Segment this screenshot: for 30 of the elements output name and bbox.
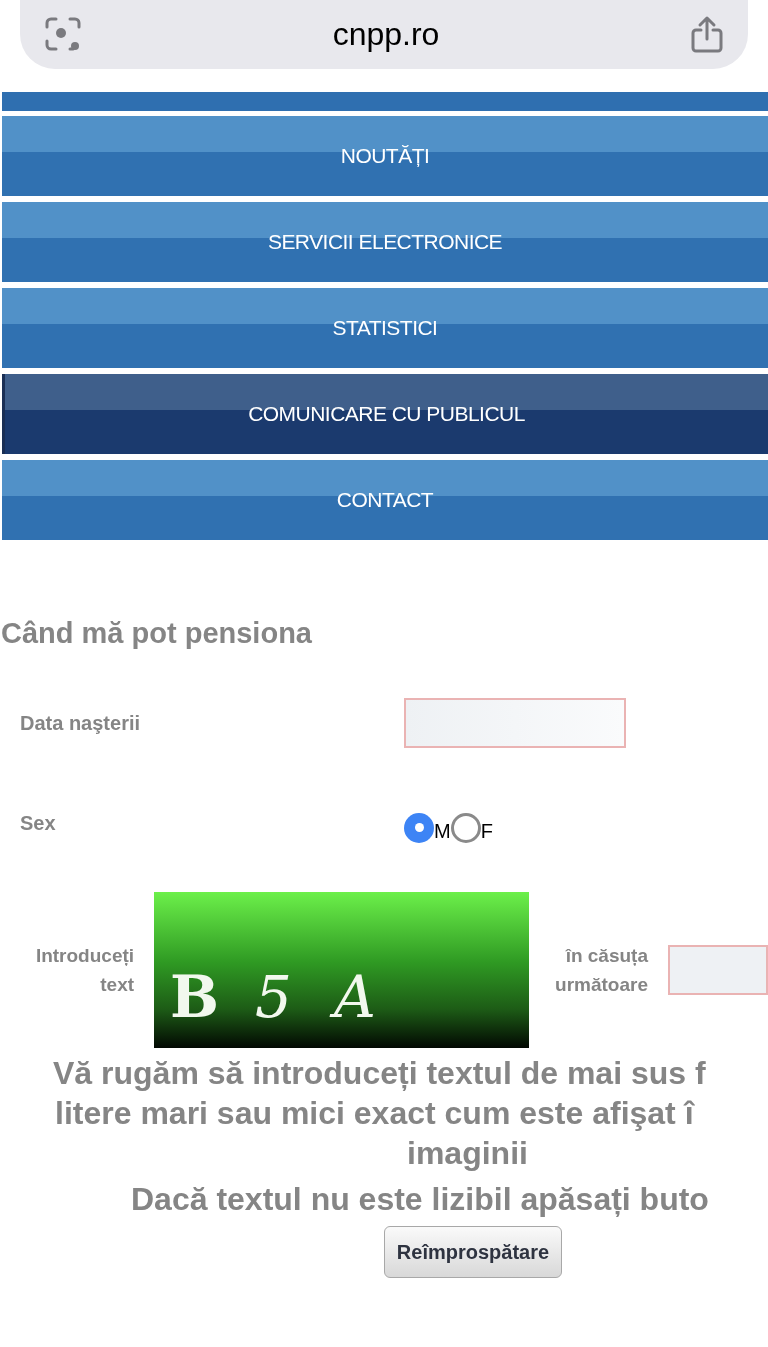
radio-button[interactable] — [404, 812, 434, 843]
captcha-field[interactable] — [668, 944, 768, 995]
field-label: Data naşterii — [20, 710, 142, 736]
nav-menu-item[interactable]: CONTACT — [2, 460, 768, 540]
url-text: cnpp.ro — [332, 15, 440, 54]
instruction-text: Dacă textul nu este lizibil apăsați buto — [130, 1179, 710, 1218]
address-bar[interactable]: cnpp.ro — [20, 0, 748, 69]
captcha-label: text — [100, 972, 135, 997]
instruction-text: Vă rugăm să introduceți textul de mai sus f — [52, 1053, 707, 1092]
captcha-character: A — [328, 967, 382, 1026]
nav-menu-item[interactable]: SERVICII ELECTRONICE — [2, 202, 768, 282]
instruction-text: litere mari sau mici exact cum este afişat î — [54, 1093, 696, 1132]
nav-menu-item[interactable]: COMUNICARE CU PUBLICUL — [2, 374, 768, 454]
instruction-text: imaginii — [406, 1133, 529, 1172]
radio-label: M — [434, 818, 451, 844]
birth-date-field[interactable] — [404, 697, 626, 748]
radio-button[interactable] — [450, 812, 481, 843]
refresh-button[interactable]: Reîmprospătare — [383, 1225, 563, 1278]
radio-label: F — [480, 818, 493, 844]
captcha-label: în căsuța — [565, 943, 648, 968]
field-label: Sex — [20, 810, 57, 836]
captcha-character: B — [170, 967, 220, 1026]
captcha-character: 5 — [254, 967, 293, 1026]
nav-menu-item[interactable]: NOUTĂȚI — [2, 116, 768, 196]
captcha-label: următoare — [555, 972, 648, 997]
captcha-label: Introduceți — [35, 943, 135, 968]
nav-menu-item[interactable]: STATISTICI — [2, 288, 768, 368]
camera-scan-icon[interactable] — [44, 15, 82, 53]
page-title: Când mă pot pensiona — [1, 616, 313, 651]
share-icon[interactable] — [690, 15, 724, 53]
